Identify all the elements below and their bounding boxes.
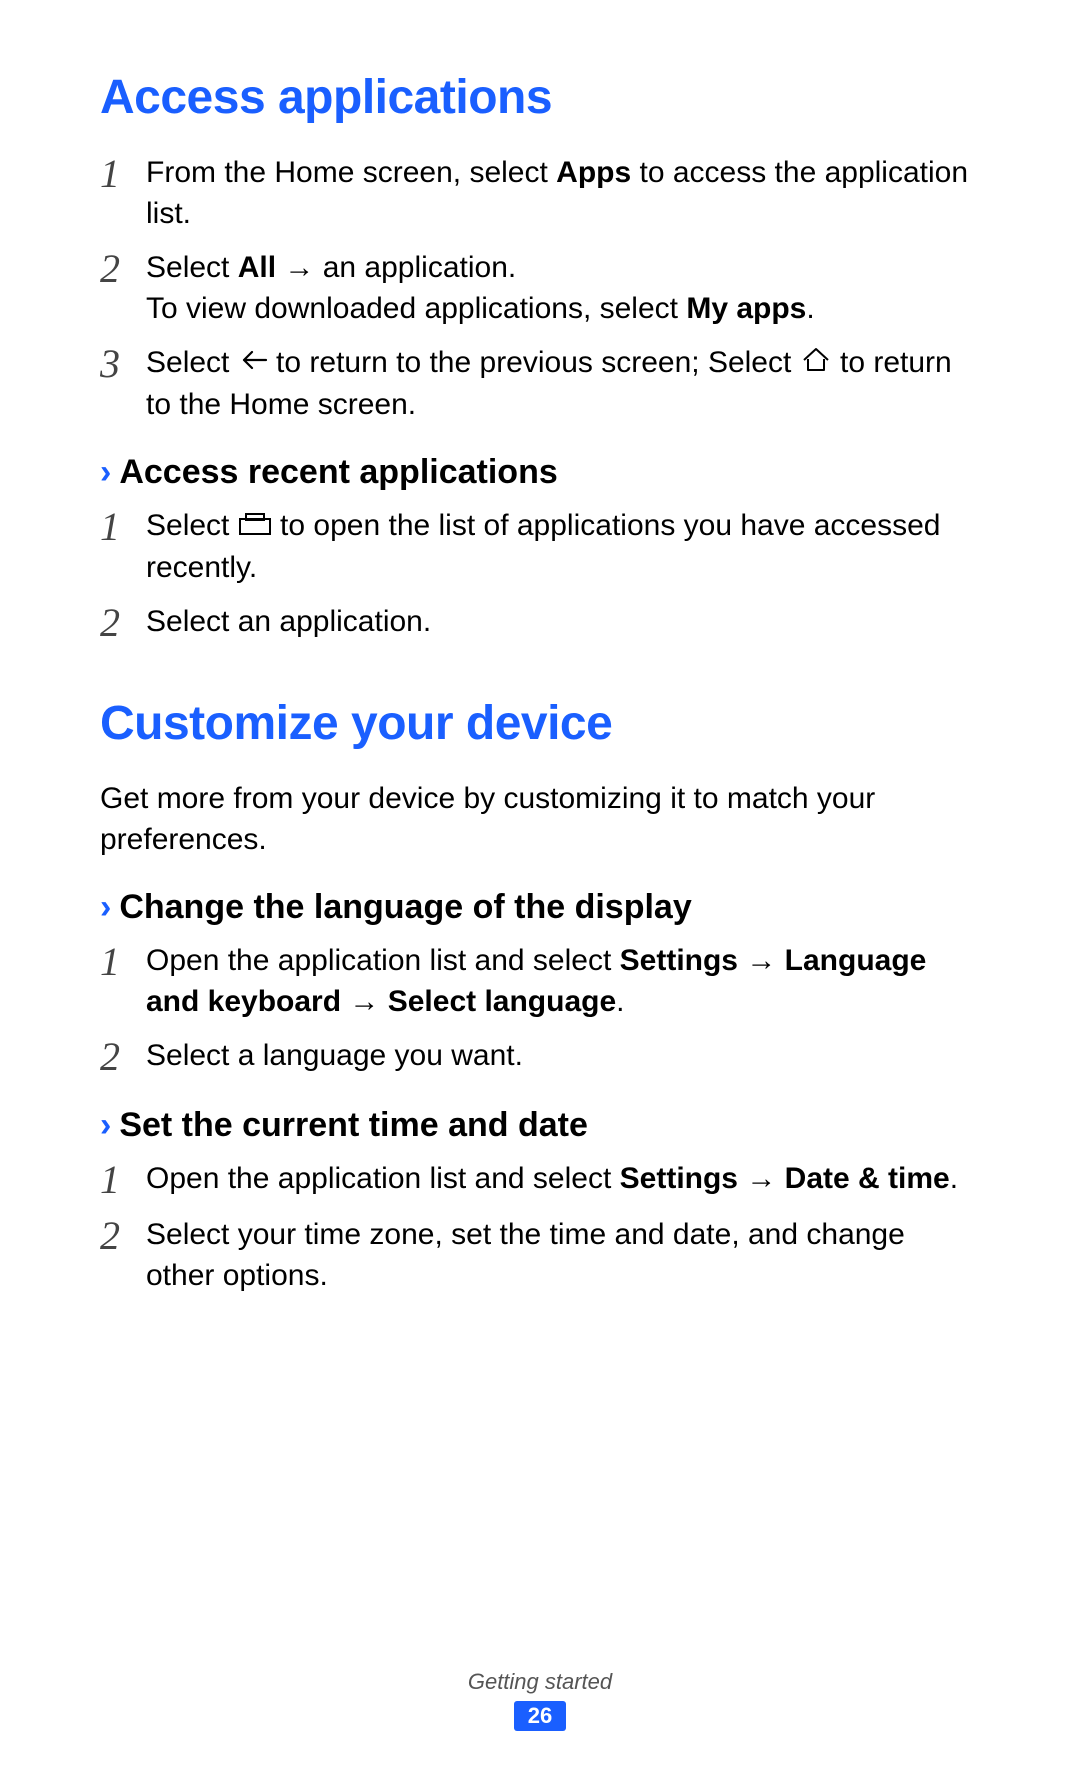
step-body: Select to return to the previous screen;… xyxy=(146,343,980,425)
step-number: 1 xyxy=(100,1159,146,1201)
step-number: 2 xyxy=(100,1215,146,1257)
step-body: Select to open the list of applications … xyxy=(146,506,980,588)
page-footer: Getting started 26 xyxy=(100,1639,980,1731)
page-number-badge: 26 xyxy=(514,1701,566,1731)
back-arrow-icon xyxy=(238,344,268,385)
text: to return to the previous screen; Select xyxy=(268,346,800,379)
heading-customize-device: Customize your device xyxy=(100,696,980,751)
step-body: Select an application. xyxy=(146,602,980,643)
text: To view downloaded applications, select xyxy=(146,292,686,325)
text: Select xyxy=(146,346,238,379)
step-number: 1 xyxy=(100,153,146,195)
text: Select xyxy=(146,509,238,542)
text: Select xyxy=(146,251,238,284)
bold-settings-date-time: Settings → Date & time xyxy=(620,1162,950,1195)
step-2: 2 Select an application. xyxy=(100,602,980,644)
step-number: 2 xyxy=(100,248,146,290)
chevron-right-icon: › xyxy=(100,455,111,489)
text: . xyxy=(616,985,624,1018)
step-number: 2 xyxy=(100,1036,146,1078)
subheading-title: Change the language of the display xyxy=(119,888,691,927)
step-body: Select All → an application. To view dow… xyxy=(146,248,980,329)
step-number: 3 xyxy=(100,343,146,385)
step-2: 2 Select your time zone, set the time an… xyxy=(100,1215,980,1296)
bold-my-apps: My apps xyxy=(686,292,806,325)
step-1: 1 Open the application list and select S… xyxy=(100,941,980,1022)
step-1: 1 Open the application list and select S… xyxy=(100,1159,980,1201)
intro-text: Get more from your device by customizing… xyxy=(100,779,980,860)
page-content: Access applications 1 From the Home scre… xyxy=(100,70,980,1639)
recent-apps-icon xyxy=(238,507,272,548)
home-icon xyxy=(800,344,832,385)
text: Select your time zone, set the time and … xyxy=(146,1215,980,1296)
step-1: 1 Select to open the list of application… xyxy=(100,506,980,588)
subheading-title: Set the current time and date xyxy=(119,1106,588,1145)
bold-all: All xyxy=(238,251,276,284)
step-number: 2 xyxy=(100,602,146,644)
text: Open the application list and select xyxy=(146,1162,620,1195)
text: From the Home screen, select xyxy=(146,156,556,189)
text: Select an application. xyxy=(146,602,980,643)
heading-access-applications: Access applications xyxy=(100,70,980,125)
text: . xyxy=(806,292,814,325)
subheading-set-time-date: › Set the current time and date xyxy=(100,1106,980,1145)
text: . xyxy=(950,1162,958,1195)
step-3: 3 Select to return to the previous scree… xyxy=(100,343,980,425)
text: Open the application list and select xyxy=(146,944,620,977)
text: Select a language you want. xyxy=(146,1036,980,1077)
subheading-change-language: › Change the language of the display xyxy=(100,888,980,927)
chevron-right-icon: › xyxy=(100,1108,111,1142)
step-1: 1 From the Home screen, select Apps to a… xyxy=(100,153,980,234)
step-2: 2 Select All → an application. To view d… xyxy=(100,248,980,329)
step-body: Open the application list and select Set… xyxy=(146,1159,980,1200)
chevron-right-icon: › xyxy=(100,890,111,924)
subheading-title: Access recent applications xyxy=(119,453,557,492)
step-number: 1 xyxy=(100,506,146,548)
step-body: Select your time zone, set the time and … xyxy=(146,1215,980,1296)
subheading-access-recent: › Access recent applications xyxy=(100,453,980,492)
step-body: Open the application list and select Set… xyxy=(146,941,980,1022)
step-2: 2 Select a language you want. xyxy=(100,1036,980,1078)
step-body: Select a language you want. xyxy=(146,1036,980,1077)
step-body: From the Home screen, select Apps to acc… xyxy=(146,153,980,234)
bold-apps: Apps xyxy=(556,156,631,189)
text: → an application. xyxy=(276,251,516,284)
step-number: 1 xyxy=(100,941,146,983)
footer-section-name: Getting started xyxy=(100,1669,980,1695)
document-page: Access applications 1 From the Home scre… xyxy=(0,0,1080,1771)
